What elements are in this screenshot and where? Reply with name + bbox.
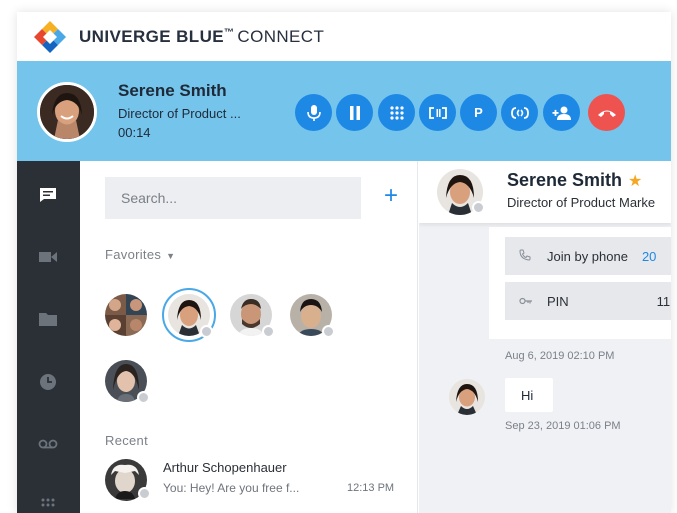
add-participant-button[interactable] [543, 94, 580, 131]
favorite-contact-5[interactable] [105, 360, 150, 404]
presence-status-dot [262, 325, 275, 338]
brand-name: UNIVERGE BLUE [79, 26, 224, 46]
phone-icon [519, 249, 537, 264]
park-icon: P [474, 105, 483, 120]
hang-up-icon [597, 110, 616, 117]
history-icon[interactable] [36, 372, 60, 392]
join-by-phone-number[interactable]: 20 [642, 249, 656, 264]
transfer-icon [428, 106, 447, 119]
pin-value: 11 [656, 293, 671, 309]
apps-grid-icon[interactable] [36, 495, 60, 513]
star-icon[interactable]: ★ [628, 173, 642, 190]
favorite-serene-smith[interactable] [162, 288, 216, 342]
message-timestamp: Sep 23, 2019 01:06 PM [505, 420, 621, 432]
caller-name: Serene Smith [118, 81, 227, 100]
merge-calls-button[interactable] [501, 94, 538, 131]
join-by-phone-row[interactable]: Join by phone 20 [505, 237, 671, 275]
contacts-panel: + Favorites ▼ [80, 161, 418, 513]
left-nav-rail [17, 161, 80, 513]
park-button[interactable]: P [460, 94, 497, 131]
meeting-info-card: Join by phone 20 PIN 11 [489, 227, 671, 339]
avatar [105, 294, 147, 336]
avatar [449, 379, 485, 415]
app-window: UNIVERGE BLUE™ CONNECT Serene Smith Direc… [17, 12, 671, 513]
chat-icon[interactable] [36, 185, 60, 205]
list-item[interactable]: Arthur Schopenhauer You: Hey! Are you fr… [105, 457, 405, 503]
presence-status-dot [322, 325, 335, 338]
favorite-contact-3[interactable] [230, 294, 275, 338]
favorites-header[interactable]: Favorites ▼ [105, 247, 175, 262]
recent-header: Recent [105, 433, 148, 448]
chat-contact-name: Serene Smith ★ [507, 170, 642, 191]
caller-title: Director of Product ... [118, 106, 241, 121]
presence-status-dot [138, 487, 151, 500]
pin-label: PIN [547, 293, 569, 309]
recent-message-time: 12:13 PM [347, 482, 395, 494]
end-call-button[interactable] [588, 94, 625, 131]
pin-row: PIN 11 [505, 282, 671, 320]
transfer-button[interactable] [419, 94, 456, 131]
add-contact-button[interactable]: + [380, 184, 402, 208]
search-input[interactable] [105, 177, 361, 219]
recent-contact-name: Arthur Schopenhauer [163, 460, 287, 475]
pause-icon [349, 105, 360, 120]
favorites-label: Favorites [105, 247, 162, 262]
hold-button[interactable] [336, 94, 373, 131]
chat-contact-name-text: Serene Smith [507, 170, 623, 190]
video-icon[interactable] [36, 247, 60, 267]
add-user-icon [552, 106, 571, 120]
univerge-logo-icon [33, 20, 67, 54]
key-icon [519, 294, 537, 308]
recent-message-preview: You: Hey! Are you free f... [163, 481, 300, 495]
microphone-icon [306, 104, 321, 121]
chat-contact-title: Director of Product Marke [507, 195, 656, 210]
brand-product: CONNECT [237, 26, 325, 46]
card-timestamp: Aug 6, 2019 02:10 PM [505, 350, 615, 362]
keypad-button[interactable] [378, 94, 415, 131]
chevron-down-icon: ▼ [166, 251, 176, 261]
caller-avatar [37, 82, 97, 142]
dialpad-icon [389, 105, 404, 120]
folder-icon[interactable] [36, 309, 60, 329]
presence-status-dot [472, 201, 485, 214]
favorite-contact-4[interactable] [290, 294, 335, 338]
voicemail-icon[interactable] [36, 434, 60, 454]
chat-header: Serene Smith ★ Director of Product Marke [419, 161, 671, 223]
favorite-group-avatar[interactable] [105, 294, 147, 336]
mute-button[interactable] [295, 94, 332, 131]
message-bubble: Hi [505, 378, 553, 412]
join-by-phone-label: Join by phone [547, 248, 628, 264]
call-duration: 00:14 [118, 125, 151, 140]
title-bar: UNIVERGE BLUE™ CONNECT [17, 12, 671, 61]
chat-panel: Join by phone 20 PIN 11 Aug 6, 2019 02:1… [419, 161, 671, 513]
presence-status-dot [200, 325, 213, 338]
merge-calls-icon [510, 106, 529, 119]
presence-status-dot [137, 391, 150, 404]
app-title: UNIVERGE BLUE™ CONNECT [79, 27, 324, 47]
active-call-bar: Serene Smith Director of Product ... 00:… [17, 61, 671, 161]
trademark-symbol: ™ [224, 26, 235, 38]
